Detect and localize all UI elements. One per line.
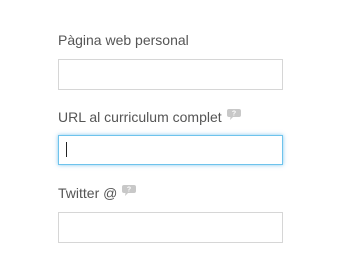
twitter-label-text: Twitter @ <box>58 185 118 201</box>
speech-bubble-question-icon[interactable]: ? <box>226 108 241 120</box>
curriculum-url-field: URL al curriculum complet ? <box>58 108 283 165</box>
twitter-field: Twitter @ ? <box>58 184 283 243</box>
curriculum-url-input-wrap <box>58 135 283 165</box>
curriculum-url-input[interactable] <box>58 135 283 165</box>
profile-links-form: Pàgina web personal URL al curriculum co… <box>0 0 339 256</box>
twitter-input[interactable] <box>58 212 283 243</box>
curriculum-url-label: URL al curriculum complet ? <box>58 108 283 126</box>
text-cursor <box>66 142 67 157</box>
speech-bubble-question-icon[interactable]: ? <box>122 184 137 196</box>
personal-website-label-text: Pàgina web personal <box>58 32 189 48</box>
svg-text:?: ? <box>232 110 236 117</box>
curriculum-url-label-text: URL al curriculum complet <box>58 109 222 125</box>
personal-website-label: Pàgina web personal <box>58 31 283 49</box>
personal-website-field: Pàgina web personal <box>58 31 283 90</box>
twitter-label: Twitter @ ? <box>58 184 283 202</box>
svg-text:?: ? <box>127 186 131 193</box>
personal-website-input[interactable] <box>58 59 283 90</box>
